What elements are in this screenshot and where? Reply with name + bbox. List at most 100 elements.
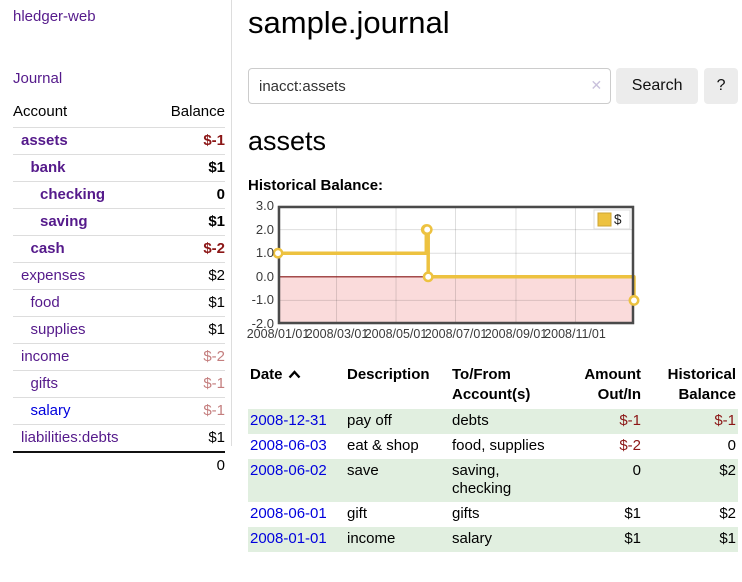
account-name-cell: checking [13, 182, 153, 209]
account-link[interactable]: bank [31, 159, 66, 176]
account-row: liabilities:debts$1 [13, 425, 225, 453]
account-name-cell: food [13, 290, 153, 317]
transaction-description: save [345, 459, 450, 502]
transaction-balance: $2 [643, 502, 738, 527]
account-link[interactable]: cash [31, 240, 65, 257]
balance-chart: $3.02.01.00.0-1.0-2.02008/01/012008/03/0… [248, 199, 738, 345]
accounts-table: Account Balance assets$-1bank$1checking0… [13, 101, 225, 478]
account-heading: assets [248, 126, 738, 157]
register-table: DateDescription To/From Account(s) Amount … [248, 362, 738, 552]
sidebar: hledger-web Journal Account Balance asse… [0, 0, 232, 446]
register-row: 2008-06-01giftgifts$1$2 [248, 502, 738, 527]
register-header-balance: Historical Balance [643, 362, 738, 409]
account-balance: $1 [153, 317, 225, 344]
help-button[interactable]: ? [704, 68, 738, 104]
account-name-cell: supplies [13, 317, 153, 344]
account-name-cell: salary [13, 398, 153, 425]
accounts-total-row: 0 [13, 452, 225, 478]
accounts-total: 0 [153, 452, 225, 478]
chart-y-tick: -1.0 [248, 292, 274, 307]
transaction-date-cell: 2008-01-01 [248, 527, 345, 552]
transaction-date-link[interactable]: 2008-12-31 [250, 412, 327, 429]
register-row: 2008-01-01incomesalary$1$1 [248, 527, 738, 552]
transaction-description: eat & shop [345, 434, 450, 459]
transaction-date-link[interactable]: 2008-06-02 [250, 462, 327, 479]
sort-ascending-icon[interactable] [288, 370, 301, 379]
chart-y-tick: 0.0 [248, 269, 274, 284]
transaction-balance: $1 [643, 527, 738, 552]
register-row: 2008-12-31pay offdebts$-1$-1 [248, 409, 738, 434]
account-link[interactable]: supplies [31, 321, 86, 338]
register-header-label: To/From Account(s) [452, 366, 530, 403]
register-row: 2008-06-03eat & shopfood, supplies$-20 [248, 434, 738, 459]
search-input[interactable] [248, 68, 611, 104]
transaction-date-cell: 2008-06-02 [248, 459, 345, 502]
app-brand-link[interactable]: hledger-web [13, 8, 225, 25]
chart-y-tick: 1.0 [248, 245, 274, 260]
account-balance: $-2 [153, 344, 225, 371]
account-link[interactable]: liabilities:debts [21, 429, 119, 446]
main-content: sample.journal ✕ Search ? assets Histori… [248, 0, 738, 552]
register-header-label: Description [347, 366, 430, 383]
account-name-cell: assets [13, 128, 153, 155]
chart-legend: $ [594, 210, 630, 229]
transaction-description: pay off [345, 409, 450, 434]
search-button[interactable]: Search [616, 68, 698, 104]
account-row: cash$-2 [13, 236, 225, 263]
register-header-accounts: To/From Account(s) [450, 362, 562, 409]
account-name-cell: saving [13, 209, 153, 236]
transaction-accounts: debts [450, 409, 562, 434]
account-link[interactable]: assets [21, 132, 68, 149]
transaction-amount: $-1 [562, 409, 643, 434]
account-link[interactable]: saving [40, 213, 88, 230]
account-row: income $-2 [13, 344, 225, 371]
transaction-amount: $1 [562, 527, 643, 552]
account-link[interactable]: gifts [31, 375, 59, 392]
transaction-description: gift [345, 502, 450, 527]
account-row: checking0 [13, 182, 225, 209]
transaction-amount: 0 [562, 459, 643, 502]
account-link[interactable]: salary [31, 402, 71, 419]
account-balance: $-1 [153, 128, 225, 155]
page-title: sample.journal [248, 5, 738, 41]
account-balance: $-1 [153, 398, 225, 425]
account-row: saving$1 [13, 209, 225, 236]
account-link[interactable]: expenses [21, 267, 85, 284]
accounts-header-balance: Balance [153, 101, 225, 128]
transaction-date-cell: 2008-12-31 [248, 409, 345, 434]
account-name-cell: liabilities:debts [13, 425, 153, 453]
chart-x-tick: 2008/01/01 [247, 327, 310, 341]
account-row: assets $-1 [13, 128, 225, 155]
account-row: salary $-1 [13, 398, 225, 425]
transaction-date-link[interactable]: 2008-01-01 [250, 530, 327, 547]
transaction-amount: $1 [562, 502, 643, 527]
account-name-cell: income [13, 344, 153, 371]
account-balance: $1 [153, 290, 225, 317]
nav-journal-link[interactable]: Journal [13, 70, 225, 87]
chart-x-tick: 2008/05/01 [365, 327, 428, 341]
transaction-amount: $-2 [562, 434, 643, 459]
register-header-description: Description [345, 362, 450, 409]
search-form: ✕ Search ? [248, 68, 738, 104]
account-row: expenses$2 [13, 263, 225, 290]
chart-plot: $ [278, 206, 634, 324]
chart-x-tick: 2008/03/01 [306, 327, 369, 341]
register-header-amount: Amount Out/In [562, 362, 643, 409]
account-name-cell: gifts [13, 371, 153, 398]
register-header-label: Historical Balance [668, 366, 736, 403]
accounts-total-spacer [13, 452, 153, 478]
register-header-row: DateDescription To/From Account(s) Amount … [248, 362, 738, 409]
transaction-date-link[interactable]: 2008-06-03 [250, 437, 327, 454]
transaction-balance: $2 [643, 459, 738, 502]
transaction-date-link[interactable]: 2008-06-01 [250, 505, 327, 522]
account-link[interactable]: food [31, 294, 60, 311]
transaction-balance: 0 [643, 434, 738, 459]
clear-search-icon[interactable]: ✕ [590, 77, 602, 94]
account-link[interactable]: checking [40, 186, 105, 203]
account-link[interactable]: income [21, 348, 69, 365]
register-header-date[interactable]: Date [248, 362, 345, 409]
account-row: gifts$-1 [13, 371, 225, 398]
transaction-accounts: salary [450, 527, 562, 552]
transaction-accounts: saving, checking [450, 459, 562, 502]
account-row: bank$1 [13, 155, 225, 182]
